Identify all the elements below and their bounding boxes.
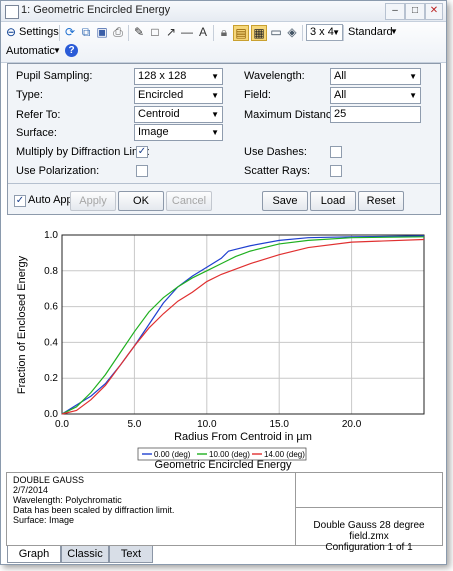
legend-entry: 0.00 (deg): [154, 450, 191, 459]
y-tick-label: 0.2: [44, 373, 58, 384]
y-axis-label: Fraction of Enclosed Energy: [16, 255, 28, 394]
rectangle-icon[interactable]: □: [148, 25, 162, 39]
window-title: 1: Geometric Encircled Energy: [21, 4, 171, 16]
surface-label: Surface:: [16, 127, 57, 139]
pupil-sampling-select[interactable]: 128 x 128 ▼: [134, 68, 223, 85]
title-bar: 1: Geometric Encircled Energy – □ ✕: [1, 1, 446, 22]
cancel-button[interactable]: Cancel: [166, 191, 212, 211]
y-tick-label: 0.8: [44, 266, 58, 277]
field-label: Field:: [244, 89, 271, 101]
x-tick-label: 5.0: [127, 419, 141, 430]
x-axis-label: Radius From Centroid in µm: [174, 431, 312, 443]
info-text: DOUBLE GAUSS 2/7/2014 Wavelength: Polych…: [13, 475, 174, 525]
analysis-window: 1: Geometric Encircled Energy – □ ✕ ⊖ Se…: [0, 0, 447, 565]
lock-icon[interactable]: 🔒︎: [217, 25, 231, 39]
window-layout-icon[interactable]: ▭: [269, 25, 283, 39]
series-line: [61, 238, 425, 415]
max-distance-input[interactable]: 25: [330, 106, 421, 123]
reset-button[interactable]: Reset: [358, 191, 404, 211]
x-tick-label: 15.0: [269, 419, 289, 430]
settings-button[interactable]: Settings: [19, 24, 59, 40]
close-icon[interactable]: ✕: [425, 3, 443, 20]
surface-select[interactable]: Image ▼: [134, 124, 223, 141]
encircled-energy-chart: 0.0 5.0 10.0 15.0 20.0 0.0 0.2 0.4 0.6 0.8 1.0 Rad…: [16, 230, 425, 471]
toolbar: ⊖ Settings ⟳ ⧉ ▣ ⎙ ✎ □ ↗ — A 🔒︎ ▤ ▦ ▭ ◈ …: [1, 22, 446, 63]
legend-entry: 14.00 (deg): [264, 450, 305, 459]
info-line: Surface: Image: [13, 515, 75, 525]
type-label: Type:: [16, 89, 43, 101]
copy-icon[interactable]: ⧉: [79, 25, 93, 39]
save-button[interactable]: Save: [262, 191, 308, 211]
chevron-down-icon[interactable]: ▼: [390, 24, 398, 40]
automatic-dropdown[interactable]: Automatic: [6, 43, 55, 59]
settings-toggle-icon[interactable]: ⊖: [4, 25, 18, 39]
pencil-icon[interactable]: ✎: [132, 25, 146, 39]
tab-graph[interactable]: Graph: [7, 546, 61, 563]
refresh-icon[interactable]: ⟳: [63, 25, 77, 39]
series-line: [61, 235, 425, 415]
info-line: 2/7/2014: [13, 485, 49, 495]
refer-to-select[interactable]: Centroid ▼: [134, 106, 223, 123]
type-select[interactable]: Encircled ▼: [134, 87, 223, 104]
save-icon[interactable]: ▣: [95, 25, 109, 39]
print-icon[interactable]: ⎙: [111, 25, 125, 39]
tab-strip: Graph Classic Text: [1, 546, 446, 564]
plot-title: Geometric Encircled Energy: [155, 459, 292, 471]
x-tick-label: 10.0: [197, 419, 217, 430]
settings-panel: Pupil Sampling: 128 x 128 ▼ Type: Encircl…: [7, 63, 441, 215]
scatter-rays-label: Scatter Rays:: [244, 165, 311, 177]
series-line: [61, 236, 425, 415]
file-name: Double Gauss 28 degree field.zmx: [313, 520, 425, 542]
y-tick-label: 0.4: [44, 337, 58, 348]
layout-select[interactable]: 3 x 4 ▼: [306, 24, 343, 41]
field-select[interactable]: All ▼: [330, 87, 421, 104]
info-line: Data has been scaled by diffraction limi…: [13, 505, 175, 515]
chevron-down-icon[interactable]: ▼: [53, 43, 61, 59]
apply-button[interactable]: Apply: [70, 191, 116, 211]
help-icon[interactable]: ?: [65, 44, 78, 57]
scatter-rays-checkbox[interactable]: [330, 165, 342, 177]
wavelength-label: Wavelength:: [244, 70, 305, 82]
line-icon[interactable]: —: [180, 25, 194, 39]
style-dropdown[interactable]: Standard: [348, 24, 393, 40]
tab-text[interactable]: Text: [109, 546, 153, 563]
lock-active-icon[interactable]: ▤: [233, 25, 249, 41]
use-polarization-label: Use Polarization:: [16, 165, 100, 177]
use-dashes-checkbox[interactable]: [330, 146, 342, 158]
plot-frame: [61, 234, 425, 415]
arrow-icon[interactable]: ↗: [164, 25, 178, 39]
ok-button[interactable]: OK: [118, 191, 164, 211]
x-tick-label: 20.0: [342, 419, 362, 430]
pupil-sampling-label: Pupil Sampling:: [16, 70, 93, 82]
wavelength-select[interactable]: All ▼: [330, 68, 421, 85]
y-tick-label: 0.0: [44, 409, 58, 420]
max-distance-label: Maximum Distance:: [244, 109, 341, 121]
layers-icon[interactable]: ◈: [285, 25, 299, 39]
tab-classic[interactable]: Classic: [61, 546, 109, 563]
info-line: DOUBLE GAUSS: [13, 475, 85, 485]
minimize-icon[interactable]: –: [385, 3, 405, 20]
grid-icon[interactable]: ▦: [251, 25, 267, 41]
multiply-diffraction-checkbox[interactable]: ✓: [136, 146, 148, 158]
info-box: DOUBLE GAUSS 2/7/2014 Wavelength: Polych…: [6, 472, 443, 553]
refer-to-label: Refer To:: [16, 109, 61, 121]
y-tick-label: 1.0: [44, 230, 58, 241]
x-tick-label: 0.0: [55, 419, 69, 430]
info-line: Wavelength: Polychromatic: [13, 495, 122, 505]
auto-apply-checkbox[interactable]: ✓: [14, 195, 26, 207]
window-icon: [5, 5, 19, 19]
maximize-icon[interactable]: □: [405, 3, 425, 20]
y-tick-label: 0.6: [44, 302, 58, 313]
load-button[interactable]: Load: [310, 191, 356, 211]
use-polarization-checkbox[interactable]: [136, 165, 148, 177]
legend-entry: 10.00 (deg): [209, 450, 250, 459]
use-dashes-label: Use Dashes:: [244, 146, 307, 158]
text-icon[interactable]: A: [196, 25, 210, 39]
multiply-diffraction-label: Multiply by Diffraction Limit:: [16, 146, 150, 158]
